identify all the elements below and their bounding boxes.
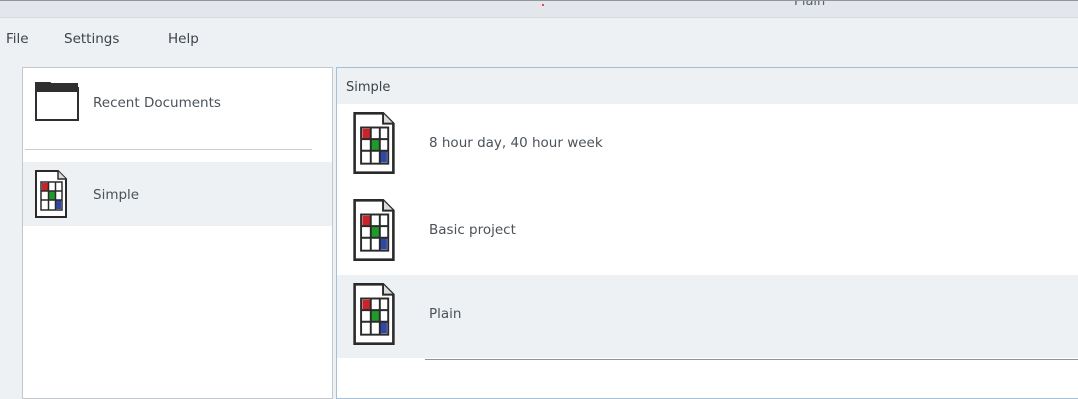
- template-label: 8 hour day, 40 hour week: [429, 135, 603, 151]
- panel-title: Simple: [346, 80, 391, 95]
- spreadsheet-document-icon: [353, 112, 395, 174]
- template-category-sidebar: Recent Documents Simple: [22, 67, 333, 399]
- template-list-panel: Simple 8 hour day, 40 hour week Basic pr…: [336, 67, 1078, 399]
- menu-help[interactable]: Help: [168, 31, 199, 47]
- template-label: Plain: [429, 306, 462, 322]
- sidebar-item-simple[interactable]: Simple: [23, 162, 332, 226]
- titlebar-marker: [542, 4, 544, 6]
- selection-focus-line: [425, 359, 1078, 360]
- folder-icon: [35, 82, 79, 121]
- window-title: Plain: [794, 0, 826, 9]
- menu-settings[interactable]: Settings: [64, 31, 119, 47]
- spreadsheet-document-icon: [353, 283, 395, 345]
- sidebar-divider: [25, 149, 312, 150]
- window-titlebar: Plain: [0, 0, 1078, 18]
- template-item-8-hour-day[interactable]: 8 hour day, 40 hour week: [337, 104, 1078, 186]
- menu-bar: File Settings Help: [0, 18, 1078, 62]
- spreadsheet-document-icon: [353, 199, 395, 261]
- template-label: Basic project: [429, 222, 516, 238]
- sidebar-item-label: Simple: [93, 187, 140, 203]
- sidebar-item-recent-documents[interactable]: Recent Documents: [23, 68, 332, 146]
- sidebar-item-label: Recent Documents: [93, 95, 221, 111]
- template-item-plain[interactable]: Plain: [337, 275, 1078, 358]
- template-item-basic-project[interactable]: Basic project: [337, 191, 1078, 273]
- panel-header: Simple: [337, 68, 1078, 104]
- menu-file[interactable]: File: [6, 31, 29, 47]
- spreadsheet-document-icon: [35, 170, 67, 218]
